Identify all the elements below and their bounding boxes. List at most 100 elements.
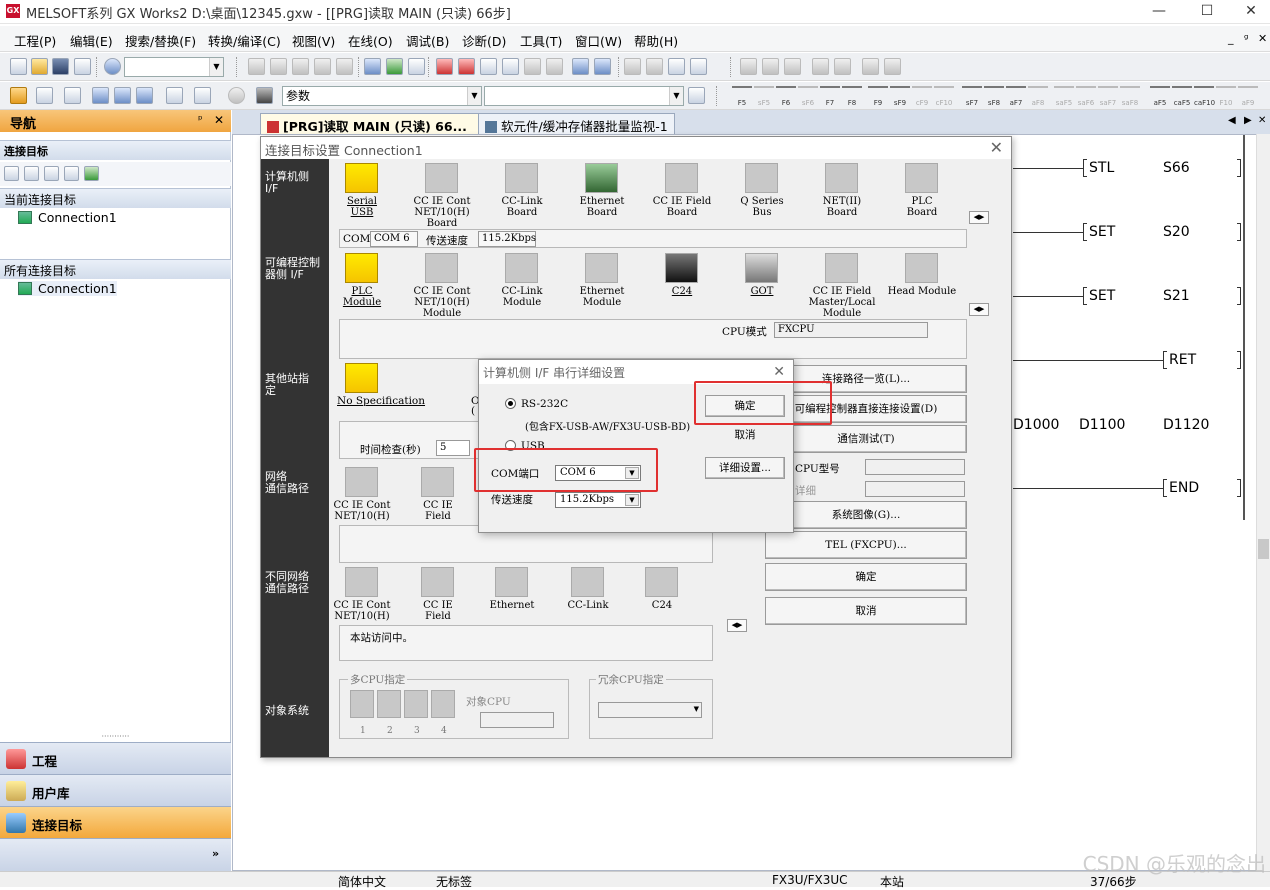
vertical-scrollbar[interactable] bbox=[1256, 134, 1270, 871]
ladder-instruction-stl[interactable]: STL bbox=[1089, 160, 1114, 176]
menu-debug[interactable]: 调试(B) bbox=[406, 31, 449, 50]
close-icon[interactable]: ✕ bbox=[1228, 0, 1270, 24]
fkey-f7-button[interactable]: F7 bbox=[820, 86, 840, 107]
undo-icon[interactable] bbox=[314, 58, 331, 75]
menu-online[interactable]: 在线(O) bbox=[348, 31, 393, 50]
fkey-saf7-button[interactable]: saF7 bbox=[1098, 86, 1118, 107]
cpu-2-icon[interactable] bbox=[377, 690, 401, 718]
menu-view[interactable]: 视图(V) bbox=[292, 31, 335, 50]
save-icon[interactable] bbox=[52, 58, 69, 75]
dialog-cancel-button[interactable]: 取消 bbox=[765, 597, 967, 625]
convert-icon[interactable] bbox=[408, 58, 425, 75]
new-file-icon[interactable] bbox=[10, 58, 27, 75]
diff-route-3-icon[interactable] bbox=[571, 567, 604, 597]
zoom-icon[interactable] bbox=[194, 87, 211, 104]
pc-if-3-icon[interactable] bbox=[585, 163, 618, 193]
fkey-af7-button[interactable]: aF7 bbox=[1006, 86, 1026, 107]
dev-b-icon[interactable] bbox=[114, 87, 131, 104]
system-image-button[interactable]: 系统图像(G)... bbox=[765, 501, 967, 529]
monitor-icon[interactable] bbox=[386, 58, 403, 75]
ladder-instruction-set[interactable]: SET bbox=[1089, 224, 1115, 240]
nav-library-button[interactable]: 用户库 bbox=[0, 774, 231, 806]
splitter-grip[interactable]: ··········· bbox=[0, 733, 231, 742]
nav-connection-button[interactable]: 连接目标 bbox=[0, 806, 231, 838]
monitor-stop-icon[interactable] bbox=[546, 58, 563, 75]
more-icon[interactable]: » bbox=[212, 847, 219, 860]
partner-icon[interactable] bbox=[36, 87, 53, 104]
menu-convert[interactable]: 转换/编译(C) bbox=[208, 31, 281, 50]
help-icon[interactable] bbox=[104, 58, 121, 75]
diff-route-1-icon[interactable] bbox=[421, 567, 454, 597]
edit3-icon[interactable] bbox=[668, 58, 685, 75]
maximize-icon[interactable]: ☐ bbox=[1184, 0, 1230, 24]
mdi-close-icon[interactable]: ✕ bbox=[1258, 32, 1267, 45]
route-scroll[interactable]: ◀▶ bbox=[727, 619, 747, 632]
menu-window[interactable]: 窗口(W) bbox=[575, 31, 622, 50]
nav-project-button[interactable]: 工程 bbox=[0, 742, 231, 774]
ladder-edit5-icon[interactable] bbox=[834, 58, 851, 75]
menu-diagnostics[interactable]: 诊断(D) bbox=[462, 31, 506, 50]
pc-if-6-icon[interactable] bbox=[825, 163, 858, 193]
transfer-speed-select[interactable]: 115.2Kbps ▼ bbox=[555, 492, 641, 508]
monitor-start-icon[interactable] bbox=[524, 58, 541, 75]
diff-route-2-icon[interactable] bbox=[495, 567, 528, 597]
plc-if-4-icon[interactable] bbox=[665, 253, 698, 283]
pc-if-5-icon[interactable] bbox=[745, 163, 778, 193]
fkey-sf8-button[interactable]: sF8 bbox=[984, 86, 1004, 107]
open-folder-icon[interactable] bbox=[31, 58, 48, 75]
ladder-instruction-end[interactable]: END bbox=[1169, 480, 1199, 496]
fkey-saf8-button[interactable]: saF8 bbox=[1120, 86, 1140, 107]
pc-if-2-icon[interactable] bbox=[505, 163, 538, 193]
pc-if-4-icon[interactable] bbox=[665, 163, 698, 193]
paste-icon[interactable] bbox=[292, 58, 309, 75]
plc-if-2-icon[interactable] bbox=[505, 253, 538, 283]
device-combo-2[interactable]: ▼ bbox=[484, 86, 684, 106]
copy-icon[interactable] bbox=[270, 58, 287, 75]
dev-c-icon[interactable] bbox=[136, 87, 153, 104]
minimize-icon[interactable]: — bbox=[1136, 0, 1182, 24]
fkey-af5-button[interactable]: aF5 bbox=[1150, 86, 1170, 107]
info-icon[interactable] bbox=[228, 87, 245, 104]
communication-test-button[interactable]: 通信测试(T) bbox=[765, 425, 967, 453]
ladder-instruction-set[interactable]: SET bbox=[1089, 288, 1115, 304]
pc-if-7-icon[interactable] bbox=[905, 163, 938, 193]
fkey-saf6-button[interactable]: saF6 bbox=[1076, 86, 1096, 107]
nav-close-icon[interactable]: ✕ bbox=[214, 113, 224, 127]
ladder-edit3-icon[interactable] bbox=[784, 58, 801, 75]
ladder-edit4-icon[interactable] bbox=[812, 58, 829, 75]
current-connection-item[interactable]: Connection1 bbox=[18, 210, 117, 225]
verify-icon[interactable] bbox=[480, 58, 497, 75]
scrollbar-thumb[interactable] bbox=[1258, 539, 1269, 559]
menu-tools[interactable]: 工具(T) bbox=[520, 31, 562, 50]
cpu-4-icon[interactable] bbox=[431, 690, 455, 718]
view-icon[interactable] bbox=[166, 87, 183, 104]
property-icon[interactable] bbox=[64, 166, 79, 181]
ladder-operand[interactable]: S21 bbox=[1163, 288, 1190, 304]
fkey-cf9-button[interactable]: cF9 bbox=[912, 86, 932, 107]
all-connection-item[interactable]: Connection1 bbox=[18, 281, 117, 296]
plc-if-1-icon[interactable] bbox=[425, 253, 458, 283]
edit2-icon[interactable] bbox=[646, 58, 663, 75]
cpu-1-icon[interactable] bbox=[350, 690, 374, 718]
redo-icon[interactable] bbox=[336, 58, 353, 75]
device-combo[interactable]: 参数 ▼ bbox=[282, 86, 482, 106]
fkey-af9-button[interactable]: aF9 bbox=[1238, 86, 1258, 107]
ladder-data-operand[interactable]: D1100 bbox=[1079, 417, 1125, 433]
ladder-edit6-icon[interactable] bbox=[862, 58, 879, 75]
fkey-sf6-button[interactable]: sF6 bbox=[798, 86, 818, 107]
find-icon[interactable] bbox=[688, 87, 705, 104]
menu-help[interactable]: 帮助(H) bbox=[634, 31, 678, 50]
fkey-f5-button[interactable]: F5 bbox=[732, 86, 752, 107]
remote-run-icon[interactable] bbox=[502, 58, 519, 75]
tab-close-all-icon[interactable]: ✕ bbox=[1258, 115, 1266, 126]
read-plc-icon[interactable] bbox=[436, 58, 453, 75]
diff-route-4-icon[interactable] bbox=[645, 567, 678, 597]
fkey-f9-button[interactable]: F9 bbox=[868, 86, 888, 107]
refresh-icon[interactable] bbox=[84, 166, 99, 181]
fkey-af8-button[interactable]: aF8 bbox=[1028, 86, 1048, 107]
menu-project[interactable]: 工程(P) bbox=[14, 31, 56, 50]
toolbar-combo-1[interactable]: ▼ bbox=[124, 57, 224, 77]
write-plc-icon[interactable] bbox=[458, 58, 475, 75]
edit-icon[interactable] bbox=[624, 58, 641, 75]
plc-if-7-icon[interactable] bbox=[905, 253, 938, 283]
